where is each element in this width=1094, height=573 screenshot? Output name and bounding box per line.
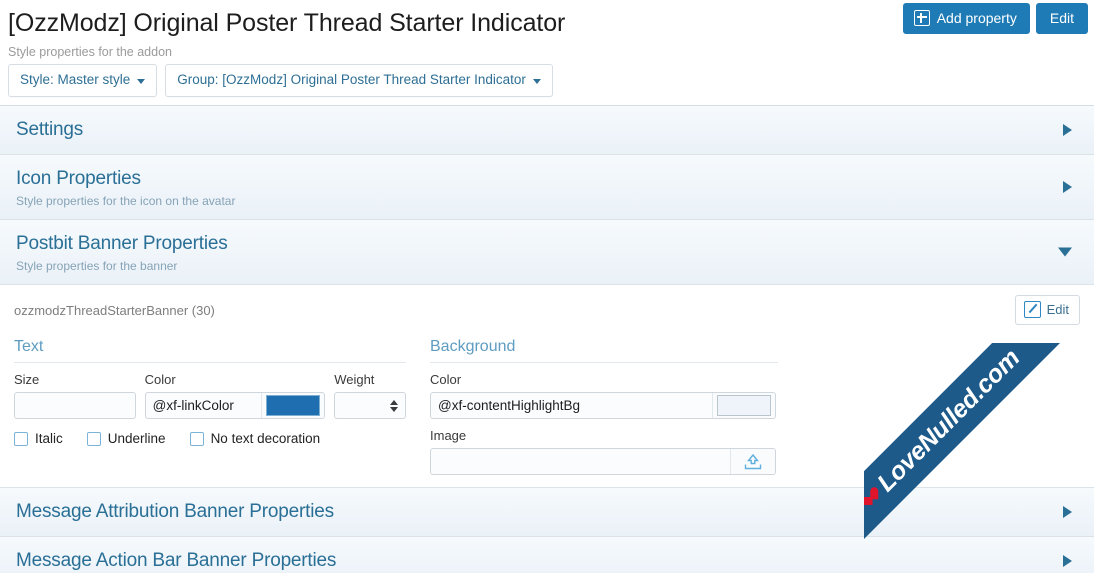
section-settings[interactable]: Settings (0, 106, 1094, 155)
italic-label: Italic (35, 431, 63, 446)
section-subtitle: Style properties for the icon on the ava… (16, 194, 236, 208)
style-selector-label: Style: Master style (20, 72, 131, 87)
upload-image-button[interactable] (730, 449, 775, 474)
edit-header-button[interactable]: Edit (1035, 3, 1088, 34)
font-size-input[interactable] (14, 392, 136, 419)
section-title: Icon Properties (16, 168, 141, 189)
checkbox-icon (86, 432, 101, 446)
style-selector[interactable]: Style: Master style (8, 64, 158, 97)
text-group: Text Size Color @xf-linkColor Weight Ita… (14, 337, 406, 475)
font-weight-label: Weight (334, 372, 375, 387)
plus-box-icon (913, 10, 930, 26)
font-weight-select[interactable] (334, 392, 406, 419)
font-weight-field: Weight (334, 372, 406, 419)
section-title: Message Action Bar Banner Properties (16, 550, 337, 571)
section-subtitle: Style properties for the banner (16, 259, 178, 273)
upload-icon (744, 453, 762, 469)
text-color-swatch-button[interactable] (261, 393, 325, 418)
chevron-right-icon (1063, 555, 1072, 567)
underline-label: Underline (107, 431, 166, 446)
background-color-input[interactable] (431, 393, 712, 418)
section-message-action-bar-banner-properties[interactable]: Message Action Bar Banner Properties (0, 537, 1094, 573)
text-color-swatch (266, 395, 321, 416)
edit-property-label: Edit (1046, 302, 1069, 317)
section-message-attribution-banner-properties[interactable]: Message Attribution Banner Properties (0, 488, 1094, 537)
chevron-down-icon (532, 78, 541, 84)
section-title: Postbit Banner Properties (16, 233, 228, 254)
section-title: Settings (16, 119, 84, 140)
checkbox-icon (14, 432, 28, 446)
style-properties-page: [OzzModz] Original Poster Thread Starter… (0, 0, 1094, 573)
header-actions: Add property Edit (902, 3, 1088, 34)
text-color-field: Color (144, 372, 326, 419)
no-text-decoration-label: No text decoration (210, 431, 321, 446)
background-color-swatch-button[interactable] (712, 393, 775, 418)
group-selector-label: Group: [OzzModz] Original Poster Thread … (177, 72, 526, 87)
postbit-banner-property-body: ozzmodzThreadStarterBanner (30) Edit Tex… (0, 285, 1094, 488)
italic-checkbox[interactable]: Italic (14, 431, 63, 447)
text-color-label: Color (144, 372, 176, 387)
property-editor-columns: Text Size Color @xf-linkColor Weight Ita… (14, 337, 1080, 475)
page-header: [OzzModz] Original Poster Thread Starter… (0, 0, 1094, 59)
background-color-swatch (717, 395, 771, 416)
underline-checkbox[interactable]: Underline (86, 431, 166, 447)
add-property-button[interactable]: Add property (902, 3, 1030, 34)
group-selector[interactable]: Group: [OzzModz] Original Poster Thread … (165, 64, 553, 97)
chevron-right-icon (1063, 506, 1072, 518)
text-group-legend: Text (14, 337, 406, 363)
section-postbit-banner-properties[interactable]: Postbit Banner Properties Style properti… (0, 220, 1094, 285)
section-title: Message Attribution Banner Properties (16, 501, 334, 522)
chevron-right-icon (1063, 124, 1072, 136)
edit-header-label: Edit (1049, 10, 1074, 26)
spinner-icon (390, 399, 398, 412)
filter-bar: Style: Master style Group: [OzzModz] Ori… (0, 58, 1094, 105)
chevron-down-icon (137, 78, 146, 84)
background-color-row: Color (430, 372, 778, 419)
background-color-field: Color (430, 372, 776, 419)
add-property-label: Add property (936, 10, 1017, 26)
pencil-square-icon (1023, 301, 1041, 318)
background-group-legend: Background (430, 337, 778, 363)
edit-property-button[interactable]: Edit (1014, 295, 1080, 325)
checkbox-icon (189, 432, 204, 446)
chevron-right-icon (1063, 181, 1072, 193)
background-image-input-group (430, 448, 776, 475)
text-color-input-group (144, 392, 326, 419)
background-image-label: Image (430, 428, 467, 443)
background-image-row: Image (430, 428, 778, 475)
chevron-down-icon (1058, 247, 1072, 257)
background-image-input[interactable] (431, 449, 730, 474)
background-image-field: Image (430, 428, 776, 475)
section-icon-properties[interactable]: Icon Properties Style properties for the… (0, 155, 1094, 220)
font-size-field: Size (14, 372, 136, 419)
text-color-input[interactable] (145, 393, 262, 418)
page-subtitle: Style properties for the addon (8, 45, 172, 59)
text-fields-row: Size Color @xf-linkColor Weight (14, 372, 406, 419)
font-size-label: Size (14, 372, 40, 387)
text-decoration-checkboxes: Italic Underline No text decoration (14, 431, 406, 447)
background-color-input-group (430, 392, 776, 419)
background-color-label: Color (430, 372, 462, 387)
background-group: Background Color @xf-contentHighlightBg … (430, 337, 778, 475)
no-text-decoration-checkbox[interactable]: No text decoration (189, 431, 321, 447)
style-property-groups: Settings Icon Properties Style propertie… (0, 105, 1094, 573)
property-header: ozzmodzThreadStarterBanner (30) Edit (14, 295, 1080, 325)
property-name: ozzmodzThreadStarterBanner (30) (14, 302, 215, 318)
